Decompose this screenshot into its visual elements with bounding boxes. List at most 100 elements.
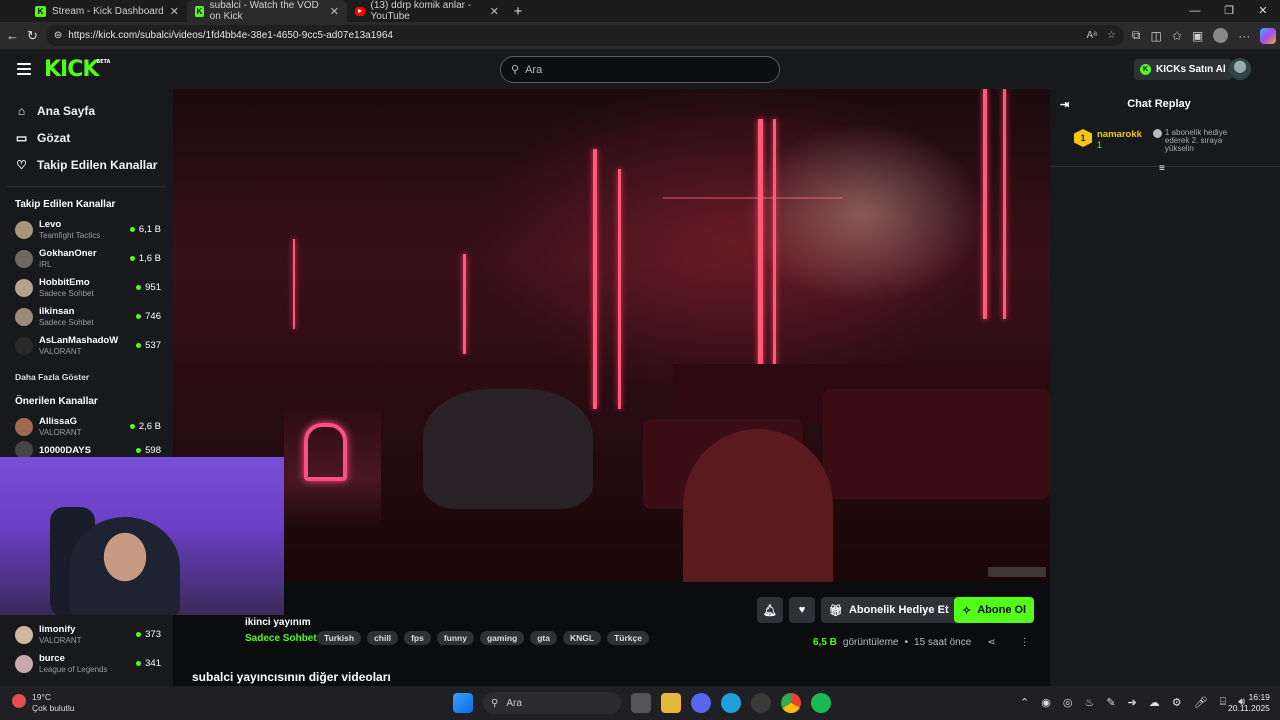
sidebar-channel[interactable]: HobbitEmo Sadece Sohbet 951 xyxy=(0,273,173,302)
tag[interactable]: gta xyxy=(530,631,557,645)
weather-widget[interactable]: 19°C Çok bulutlu xyxy=(12,692,75,714)
chat-username[interactable]: namarokk xyxy=(1097,129,1142,140)
read-aloud-icon[interactable]: Aᵃ xyxy=(1087,30,1097,41)
channel-category: VALORANT xyxy=(39,635,82,645)
share-icon[interactable]: ⋖ xyxy=(987,637,995,648)
browser-tab-active[interactable]: K subalci - Watch the VOD on Kick ✕ xyxy=(187,0,347,22)
collections-icon[interactable]: ▣ xyxy=(1192,29,1203,43)
tray-app-icon[interactable]: ◎ xyxy=(1063,696,1073,709)
collapse-chat-icon[interactable]: ⇥ xyxy=(1060,98,1069,111)
app-icon[interactable] xyxy=(751,693,771,713)
tag[interactable]: Türkçe xyxy=(607,631,649,645)
favorites-icon[interactable]: ✩ xyxy=(1172,29,1182,43)
tray-app-icon[interactable]: ⚙ xyxy=(1172,696,1182,709)
favorite-star-icon[interactable]: ☆ xyxy=(1107,30,1116,41)
browser-tab[interactable]: (13) ddrp komik anlar - YouTube ✕ xyxy=(347,0,507,22)
nav-following[interactable]: ♡ Takip Edilen Kanallar xyxy=(0,151,173,178)
channel-avatar xyxy=(15,654,33,673)
close-tab-icon[interactable]: ✕ xyxy=(330,5,339,18)
kick-logo[interactable]: KICK BETA xyxy=(44,57,110,82)
maximize-icon[interactable]: ❐ xyxy=(1212,0,1246,22)
close-tab-icon[interactable]: ✕ xyxy=(170,5,179,18)
tray-app-icon[interactable]: ✎ xyxy=(1106,696,1115,709)
sidebar-channel[interactable]: Levo Teamfight Tactics 6,1 B xyxy=(0,215,173,244)
start-icon[interactable] xyxy=(453,693,473,713)
spotify-icon[interactable] xyxy=(811,693,831,713)
more-menu-icon[interactable]: ··· xyxy=(1238,29,1250,43)
minimize-icon[interactable]: — xyxy=(1178,0,1212,22)
close-window-icon[interactable]: ✕ xyxy=(1246,0,1280,22)
microphone-icon[interactable]: 🎤︎ xyxy=(1194,696,1208,709)
neon-light xyxy=(618,169,621,409)
tag-list: Turkish chill fps funny gaming gta KNGL … xyxy=(317,631,649,645)
viewer-count: 1,6 B xyxy=(130,253,161,264)
chat-header: ⇥ Chat Replay xyxy=(1050,89,1280,119)
new-tab-button[interactable]: + xyxy=(507,0,529,22)
sidebar-channel[interactable]: ilkinsan Sadece Sohbet 746 xyxy=(0,302,173,331)
network-icon[interactable]: ⌸ xyxy=(1220,696,1227,709)
channel-category: Teamfight Tactics xyxy=(39,230,101,240)
task-view-icon[interactable] xyxy=(631,693,651,713)
close-tab-icon[interactable]: ✕ xyxy=(490,5,499,18)
extensions-icon[interactable]: ⧉ xyxy=(1132,28,1141,43)
viewer-count: 746 xyxy=(136,311,161,322)
chrome-icon[interactable] xyxy=(781,693,801,713)
view-count: 6,5 B xyxy=(813,637,837,648)
edge-icon[interactable] xyxy=(721,693,741,713)
tag[interactable]: funny xyxy=(436,631,474,645)
category-link[interactable]: Sadece Sohbet xyxy=(245,633,317,644)
gift-subscription-button[interactable]: 🎁︎ Abonelik Hediye Et xyxy=(821,597,957,623)
taskbar-search[interactable]: ⚲ Ara xyxy=(483,692,621,714)
game-hud xyxy=(988,567,1046,577)
tray-app-icon[interactable]: ➜ xyxy=(1128,696,1137,709)
tag[interactable]: chill xyxy=(367,631,399,645)
buy-kicks-button[interactable]: K KICKs Satın Al xyxy=(1134,59,1232,80)
recommended-heading: Önerilen Kanallar xyxy=(15,396,98,407)
neon-light xyxy=(983,89,987,319)
tag[interactable]: gaming xyxy=(479,631,525,645)
tag[interactable]: fps xyxy=(404,631,431,645)
nav-home[interactable]: ⌂ Ana Sayfa xyxy=(0,97,173,124)
copilot-icon[interactable] xyxy=(1260,27,1277,44)
expand-leaderboard-icon[interactable]: ≡ xyxy=(1159,163,1165,174)
sidebar-channel[interactable]: burce League of Legends 341 xyxy=(0,649,173,678)
home-icon: ⌂ xyxy=(17,103,26,118)
neon-light xyxy=(1003,89,1006,319)
tray-overflow-icon[interactable]: ⌃ xyxy=(1020,696,1029,709)
show-more-link[interactable]: Daha Fazla Göster xyxy=(0,360,173,384)
heart-icon: ♥ xyxy=(798,604,806,616)
file-explorer-icon[interactable] xyxy=(661,693,681,713)
channel-name: 10000DAYS xyxy=(39,444,91,456)
notification-bell-button[interactable]: 🔔︎ xyxy=(757,597,783,623)
tray-app-icon[interactable]: ◉ xyxy=(1041,696,1051,709)
url-field[interactable]: ⊜ https://kick.com/subalci/videos/1fd4bb… xyxy=(45,25,1124,46)
search-input[interactable]: ⚲ Ara xyxy=(500,56,780,83)
tag[interactable]: Turkish xyxy=(317,631,362,645)
back-icon[interactable]: ← xyxy=(6,28,19,43)
steam-icon[interactable]: ♨ xyxy=(1084,696,1094,709)
site-info-icon[interactable]: ⊜ xyxy=(54,30,62,41)
discord-icon[interactable] xyxy=(691,693,711,713)
sidebar-channel[interactable]: AsLanMashadoW VALORANT 537 xyxy=(0,331,173,360)
kebab-menu-icon[interactable]: ⋮ xyxy=(1020,637,1030,648)
follow-button[interactable]: ♥ xyxy=(789,597,815,623)
profile-avatar-icon[interactable] xyxy=(1213,28,1229,43)
nav-browse[interactable]: ▭ Gözat xyxy=(0,124,173,151)
tag[interactable]: KNGL xyxy=(562,631,602,645)
channel-name: HobbitEmo xyxy=(39,276,90,288)
clock[interactable]: 16:19 20.11.2025 xyxy=(1228,692,1270,714)
split-screen-icon[interactable]: ◫ xyxy=(1150,29,1161,43)
address-bar-row: ← ↻ ⊜ https://kick.com/subalci/videos/1f… xyxy=(0,22,1280,49)
sidebar-channel[interactable]: limonify VALORANT 373 xyxy=(0,620,173,649)
channel-name: AllissaG xyxy=(39,415,78,427)
subscribe-button[interactable]: ✧ Abone Ol xyxy=(954,597,1035,623)
channel-category: League of Legends xyxy=(39,664,108,674)
user-avatar[interactable] xyxy=(1229,58,1251,80)
reload-icon[interactable]: ↻ xyxy=(27,28,38,44)
browser-tab[interactable]: K Stream - Kick Dashboard ✕ xyxy=(27,0,187,22)
tray-app-icon[interactable]: ☁ xyxy=(1149,696,1160,709)
hamburger-menu-icon[interactable] xyxy=(17,63,31,75)
sidebar-channel[interactable]: GokhanOner IRL 1,6 B xyxy=(0,244,173,273)
channel-avatar xyxy=(15,307,33,326)
sidebar-channel[interactable]: AllissaG VALORANT 2,6 B xyxy=(0,412,173,441)
